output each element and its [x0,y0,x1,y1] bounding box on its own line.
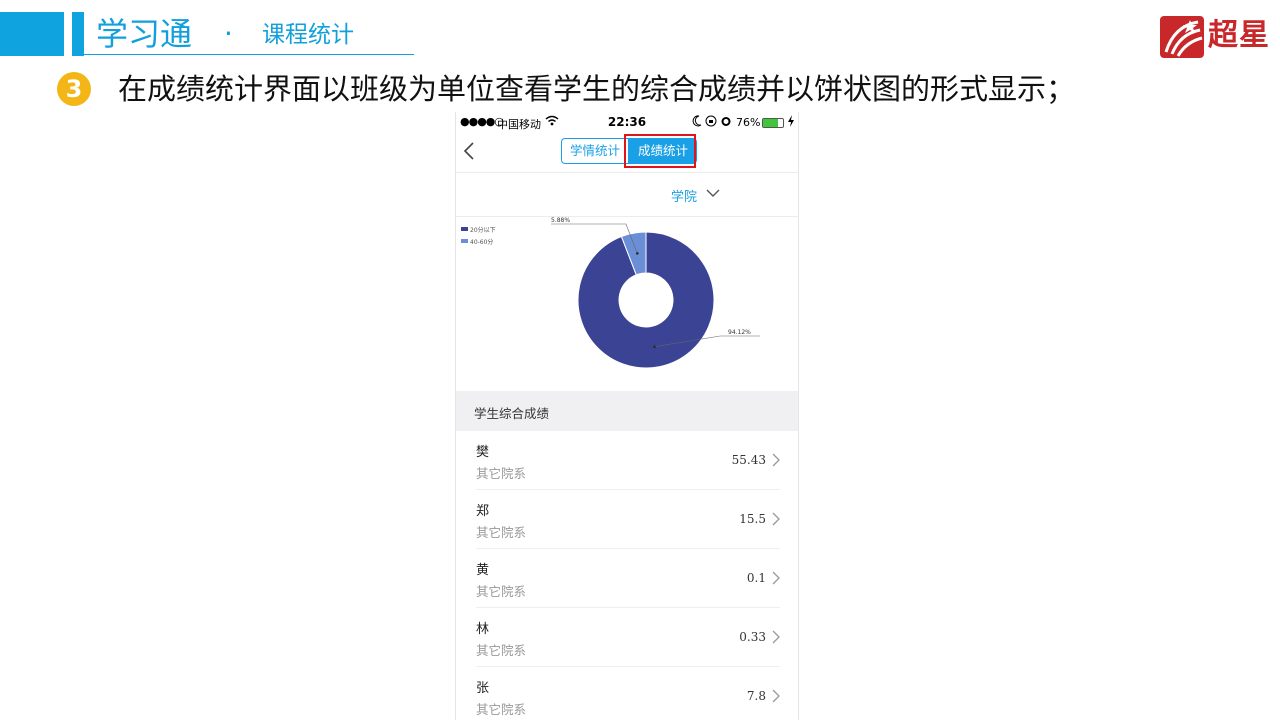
chart-legend: 20分以下 40-60分 [461,223,496,247]
tab-learning-stats[interactable]: 学情统计 [561,138,630,164]
chevron-right-icon [772,453,780,467]
student-row[interactable]: 樊 其它院系 55.43 [476,431,780,490]
student-row[interactable]: 黄 其它院系 0.1 [476,549,780,608]
student-name: 林 [476,622,490,637]
student-row[interactable]: 张 其它院系 7.8 [476,667,780,720]
charging-icon [788,115,794,127]
slice-label: 5.88% [551,217,570,224]
section-header: 学生综合成绩 [456,391,798,431]
chevron-left-icon [463,142,474,160]
section-title: 学生综合成绩 [474,406,550,421]
department-filter[interactable]: 学院 [456,184,798,208]
battery-icon [762,118,784,128]
legend-item: 20分以下 [461,223,496,235]
alarm-icon [721,117,731,126]
tab-highlight-box [624,134,696,168]
title-separator: · [224,17,233,50]
brand-name: 超星 [1208,18,1270,53]
donut-chart: 94.12% 5.88% [551,217,760,369]
legend-swatch [461,239,468,243]
battery-percentage: 76% [736,116,761,129]
back-button[interactable] [462,141,476,166]
student-department: 其它院系 [476,643,527,658]
step-number-badge: 3 [57,72,91,106]
slide-title: 学习通 [96,15,193,53]
legend-item: 40-60分 [461,235,496,247]
student-row[interactable]: 林 其它院系 0.33 [476,608,780,667]
header-underline [84,54,414,55]
legend-swatch [461,227,468,231]
student-name: 樊 [476,445,490,460]
student-department: 其它院系 [476,525,527,540]
student-name: 张 [476,681,490,696]
student-name: 郑 [476,504,490,519]
student-department: 其它院系 [476,584,527,599]
legend-label: 20分以下 [470,226,496,234]
student-score: 7.8 [746,689,766,703]
step-description: 在成绩统计界面以班级为单位查看学生的综合成绩并以饼状图的形式显示； [118,72,1076,106]
divider [456,172,798,173]
student-score: 55.43 [731,453,766,467]
chevron-right-icon [772,689,780,703]
battery-fill [763,119,779,127]
chevron-down-icon [706,189,720,197]
student-row[interactable]: 郑 其它院系 15.5 [476,490,780,549]
student-department: 其它院系 [476,702,527,717]
student-score: 0.1 [746,571,766,585]
header-accent-block [0,12,64,56]
slice-label: 94.12% [728,329,751,336]
phone-screenshot: ●●●●○ 中国移动 22:36 76% 学情统计 成绩统计 学院 20分以下 … [455,112,799,720]
student-score: 15.5 [739,512,766,526]
chevron-right-icon [772,571,780,585]
department-filter-label: 学院 [671,190,698,205]
grade-distribution-chart: 20分以下 40-60分 94.12% 5.88% [456,217,798,387]
brand-logo-icon [1160,16,1204,58]
legend-label: 40-60分 [470,238,494,246]
moon-icon [692,115,702,127]
student-name: 黄 [476,563,490,578]
header-accent-bar [72,12,84,56]
status-bar: ●●●●○ 中国移动 22:36 76% [456,112,798,134]
slide-subtitle: 课程统计 [262,22,354,48]
chevron-right-icon [772,630,780,644]
student-department: 其它院系 [476,466,527,481]
rotation-lock-icon [705,115,717,127]
student-score: 0.33 [739,630,766,644]
chevron-right-icon [772,512,780,526]
